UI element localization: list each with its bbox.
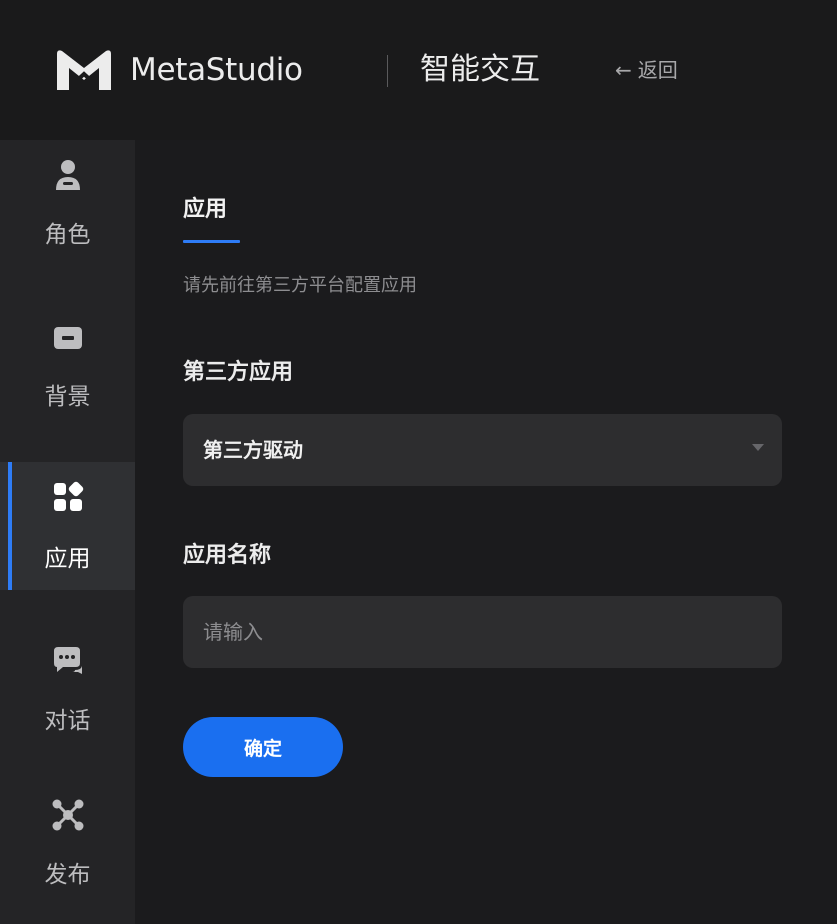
publish-icon <box>52 799 83 831</box>
main-panel: 应用 请先前往第三方平台配置应用 第三方应用 第三方驱动 应用名称 确定 <box>135 140 837 924</box>
sidebar-item-label: 角色 <box>44 222 91 248</box>
sidebar-item-label: 背景 <box>44 384 91 410</box>
sidebar-item-label: 对话 <box>44 708 91 734</box>
third-party-app-label: 第三方应用 <box>183 360 294 385</box>
back-link[interactable]: ← 返回 <box>615 56 678 84</box>
header-divider <box>387 55 388 87</box>
sidebar-item-label: 发布 <box>44 862 91 888</box>
tab-apps[interactable]: 应用 <box>183 195 227 225</box>
sidebar-item-label: 应用 <box>44 546 91 572</box>
brand-name: MetaStudio <box>130 52 303 88</box>
app-name-label: 应用名称 <box>183 543 272 568</box>
third-party-app-value: 第三方驱动 <box>203 438 303 462</box>
sidebar-item-publish[interactable]: 发布 <box>0 780 135 904</box>
confirm-button[interactable]: 确定 <box>183 717 343 777</box>
third-party-app-select[interactable]: 第三方驱动 <box>183 414 782 486</box>
sidebar-item-background[interactable]: 背景 <box>0 302 135 426</box>
config-hint: 请先前往第三方平台配置应用 <box>183 275 417 296</box>
sidebar: 角色 背景 应用 对话 发布 <box>0 140 135 924</box>
sidebar-item-apps[interactable]: 应用 <box>0 462 135 590</box>
chat-icon <box>53 647 82 674</box>
back-label: 返回 <box>637 58 678 82</box>
app-name-input[interactable] <box>183 596 782 668</box>
metastudio-logo-icon <box>57 50 111 90</box>
sidebar-item-dialog[interactable]: 对话 <box>0 626 135 750</box>
image-icon <box>53 327 82 349</box>
top-bar: MetaStudio 智能交互 ← 返回 <box>0 0 837 140</box>
tab-active-indicator <box>183 240 240 243</box>
apps-icon <box>53 481 83 511</box>
back-arrow-icon: ← <box>615 58 632 82</box>
section-title: 智能交互 <box>420 52 540 87</box>
sidebar-item-role[interactable]: 角色 <box>0 140 135 264</box>
caret-down-icon <box>752 444 764 451</box>
user-icon <box>55 160 80 190</box>
